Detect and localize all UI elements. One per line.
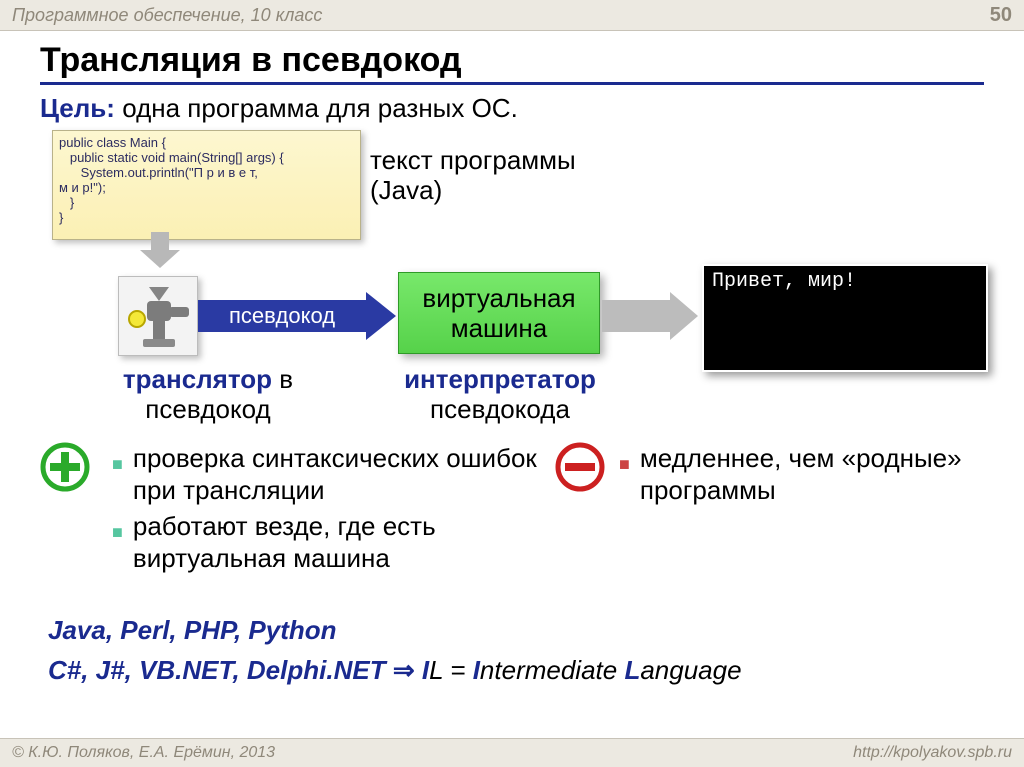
arrow-to-console-icon: [602, 292, 700, 340]
goal-label: Цель: [40, 93, 106, 123]
pro-text-2: работают везде, где есть виртуальная маш…: [133, 510, 560, 574]
source-code-box: public class Main { public static void m…: [52, 130, 361, 240]
con-text-1: медленнее, чем «родные» программы: [640, 442, 995, 506]
translator-icon: [118, 276, 198, 356]
pros-block: ■проверка синтаксических ошибок при тран…: [40, 442, 560, 578]
slide-footer: © К.Ю. Поляков, Е.А. Ерёмин, 2013 http:/…: [0, 738, 1024, 767]
slide-header: Программное обеспечение, 10 класс 50: [0, 0, 1024, 31]
pseudocode-arrow-label: псевдокод: [198, 300, 366, 332]
il-r1: L =: [429, 655, 473, 685]
il-r2: ntermediate: [480, 655, 625, 685]
footer-url: http://kpolyakov.spb.ru: [853, 744, 1012, 762]
interpreter-caption: интерпретатор псевдокода: [360, 364, 640, 424]
interpreter-caption-line2: псевдокода: [430, 394, 570, 424]
interpreter-caption-bold: интерпретатор: [404, 364, 596, 394]
arrow-glyph: ⇒: [393, 655, 415, 685]
slide-title: Трансляция в псевдокод: [40, 41, 984, 85]
arrow-pseudocode: псевдокод: [198, 292, 398, 340]
subject-label: Программное обеспечение, 10 класс: [12, 5, 322, 26]
il-b1: I: [415, 655, 429, 685]
translator-caption: транслятор в псевдокод: [68, 364, 348, 424]
languages-line-1: Java, Perl, PHP, Python: [48, 610, 742, 650]
cons-block: ■медленнее, чем «родные» программы: [555, 442, 995, 510]
goal-text: одна программа для разных ОС.: [122, 93, 518, 123]
bullet-icon: ■: [112, 448, 123, 506]
languages-line-2: C#, J#, VB.NET, Delphi.NET ⇒ IL = Interm…: [48, 650, 742, 690]
con-item: ■медленнее, чем «родные» программы: [615, 442, 995, 506]
il-b2: I: [473, 655, 480, 685]
virtual-machine-box: виртуальная машина: [398, 272, 600, 354]
il-b3: L: [624, 655, 640, 685]
minus-icon: [555, 442, 605, 492]
copyright-text: © К.Ю. Поляков, Е.А. Ерёмин, 2013: [12, 744, 275, 762]
langs-prefix: C#, J#, VB.NET, Delphi.NET: [48, 655, 393, 685]
goal-line: Цель: одна программа для разных ОС.: [40, 93, 984, 124]
il-r3: anguage: [640, 655, 741, 685]
pro-item: ■работают везде, где есть виртуальная ма…: [108, 510, 560, 574]
arrow-down-icon: [145, 232, 175, 268]
page-number: 50: [990, 4, 1012, 27]
console-output: Привет, мир!: [702, 264, 988, 372]
source-code-label: текст программы (Java): [370, 145, 576, 205]
translator-caption-bold: транслятор: [123, 364, 272, 394]
translator-caption-line2: псевдокод: [145, 394, 270, 424]
plus-icon: [40, 442, 90, 492]
bullet-icon: ■: [112, 516, 123, 574]
translator-caption-rest: в: [272, 364, 293, 394]
pro-text-1: проверка синтаксических ошибок при транс…: [133, 442, 560, 506]
bullet-icon: ■: [619, 448, 630, 506]
languages-block: Java, Perl, PHP, Python C#, J#, VB.NET, …: [48, 610, 742, 690]
pro-item: ■проверка синтаксических ошибок при тран…: [108, 442, 560, 506]
